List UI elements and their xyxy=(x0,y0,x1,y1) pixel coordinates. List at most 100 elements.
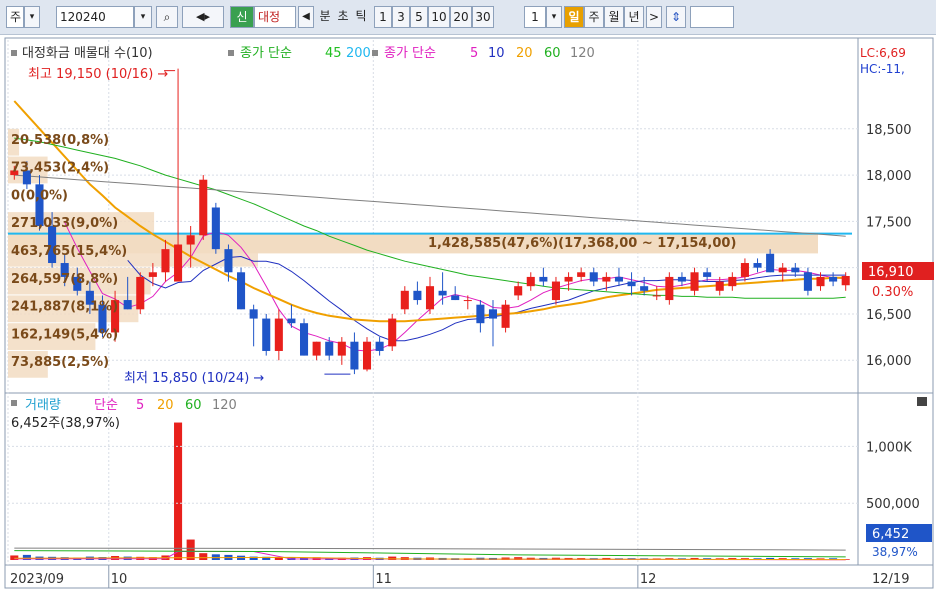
legend-ma200: 200 xyxy=(346,46,371,61)
legend-vma5: 5 xyxy=(136,398,144,413)
profile-label: 73,885(2,5%) xyxy=(11,355,109,370)
candle-body xyxy=(388,318,397,347)
tab-month[interactable]: 월 xyxy=(604,6,624,28)
profile-label: 0(0,0%) xyxy=(11,188,68,203)
market-dropdown-icon[interactable]: ▾ xyxy=(24,6,40,28)
tab-week[interactable]: 주 xyxy=(584,6,604,28)
candle-body xyxy=(237,272,246,310)
price-tick-label: 17,500 xyxy=(866,215,912,230)
tab-day[interactable]: 일 xyxy=(564,6,584,28)
candle-body xyxy=(703,272,712,277)
current-volume-pct: 38,97% xyxy=(872,545,918,559)
interval-3[interactable]: 3 xyxy=(392,6,410,28)
legend-vma120: 120 xyxy=(212,398,237,413)
profile-label: 241,887(8,1%) xyxy=(11,300,118,315)
candle-body xyxy=(425,286,435,310)
interval-1[interactable]: 1 xyxy=(374,6,392,28)
new-badge: 신 xyxy=(230,6,254,28)
volume-bar xyxy=(174,422,183,560)
candle-body xyxy=(766,253,775,273)
speaker-icon[interactable]: ◀▸ xyxy=(182,6,224,28)
market-select[interactable]: 주 xyxy=(6,6,24,28)
code-dropdown-icon[interactable]: ▾ xyxy=(134,6,152,28)
candle-body xyxy=(753,263,762,268)
candle-body xyxy=(791,267,800,273)
code-input[interactable]: 120240 xyxy=(56,6,134,28)
legend-ma5: 5 xyxy=(470,46,478,61)
low-note: 최저 15,850 (10/24) → xyxy=(124,371,264,386)
profile-label: 264,597(8,8%) xyxy=(11,272,118,287)
high-change-label: HC:-11, xyxy=(860,62,905,76)
legend-ma45: 45 xyxy=(325,46,342,61)
interval-input[interactable]: 1 xyxy=(524,6,546,28)
candle-body xyxy=(829,276,838,282)
prev-arrow-icon[interactable]: ◀ xyxy=(298,6,314,28)
candle-body xyxy=(476,304,485,324)
legend-vma20: 20 xyxy=(157,398,174,413)
chart-toolbar: 주 ▾ 120240 ▾ ⌕ ◀▸ 신 대정 ◀ 분 초 틱 1 3 5 10 … xyxy=(0,0,936,35)
candle-body xyxy=(123,300,132,310)
candle-body xyxy=(488,309,498,319)
updown-arrow-icon[interactable]: ⇕ xyxy=(666,6,686,28)
profile-label: 20,538(0,8%) xyxy=(11,133,109,148)
candle-body xyxy=(249,309,258,319)
candle-body xyxy=(652,295,661,297)
price-tick-label: 16,000 xyxy=(866,354,912,369)
high-note: 최고 19,150 (10/16) → xyxy=(28,67,168,82)
interval-30[interactable]: 30 xyxy=(472,6,494,28)
period-tick[interactable]: 틱 xyxy=(352,6,370,28)
time-tick-label: 10 xyxy=(111,572,128,587)
candle-body xyxy=(740,263,749,277)
candle-body xyxy=(614,276,623,282)
legend-ma60: 60 xyxy=(544,46,561,61)
profile-label: 73,453(2,4%) xyxy=(11,161,109,176)
candle-body xyxy=(602,276,611,282)
legend-ma-long: 종가 단순 xyxy=(240,46,292,61)
low-change-label: LC:6,69 xyxy=(860,46,906,60)
panel-close-icon[interactable] xyxy=(917,397,927,406)
candle-body xyxy=(715,281,724,291)
volume-bar xyxy=(199,553,208,560)
legend-ma20: 20 xyxy=(516,46,533,61)
candle-body xyxy=(816,276,825,287)
price-tick-label: 16,500 xyxy=(866,308,912,323)
current-change: 0.30% xyxy=(872,285,913,300)
interval-20[interactable]: 20 xyxy=(450,6,472,28)
profile-label: 463,765(15,4%) xyxy=(11,244,127,259)
legend-square-icon xyxy=(228,50,234,56)
volume-tick-label: 500,000 xyxy=(866,497,920,512)
interval-dropdown-icon[interactable]: ▾ xyxy=(546,6,562,28)
candle-body xyxy=(136,276,145,310)
interval-10[interactable]: 10 xyxy=(428,6,450,28)
legend-vma60: 60 xyxy=(185,398,202,413)
interval-5[interactable]: 5 xyxy=(410,6,428,28)
next-button[interactable]: > xyxy=(646,6,662,28)
legend-volume-ma: 단순 xyxy=(94,398,118,413)
candle-body xyxy=(224,249,233,273)
candle-body xyxy=(186,235,195,245)
candle-body xyxy=(539,276,548,282)
legend-square-icon xyxy=(372,50,378,56)
candle-body xyxy=(375,341,384,351)
candle-body xyxy=(463,300,472,302)
period-minute[interactable]: 분 xyxy=(316,6,334,28)
current-price: 16,910 xyxy=(868,265,914,280)
period-second[interactable]: 초 xyxy=(334,6,352,28)
profile-band-label: 1,428,585(47,6%)(17,368,00 ~ 17,154,00) xyxy=(428,236,736,251)
volume-bar xyxy=(186,539,195,560)
legend-ma-short: 종가 단순 xyxy=(384,46,436,61)
legend-square-icon xyxy=(11,400,17,406)
candle-body xyxy=(627,281,636,287)
candle-body xyxy=(564,276,573,282)
tab-year[interactable]: 년 xyxy=(624,6,644,28)
profile-label: 162,149(5,4%) xyxy=(11,327,118,342)
time-tick-label: 12/19 xyxy=(872,572,909,587)
blank-input[interactable] xyxy=(690,6,734,28)
candle-body xyxy=(665,276,674,301)
candle-body xyxy=(728,276,737,287)
candle-body xyxy=(551,281,561,301)
candle-body xyxy=(262,318,271,351)
candle-body xyxy=(161,249,170,273)
time-tick-label: 11 xyxy=(375,572,392,587)
search-icon[interactable]: ⌕ xyxy=(156,6,178,28)
